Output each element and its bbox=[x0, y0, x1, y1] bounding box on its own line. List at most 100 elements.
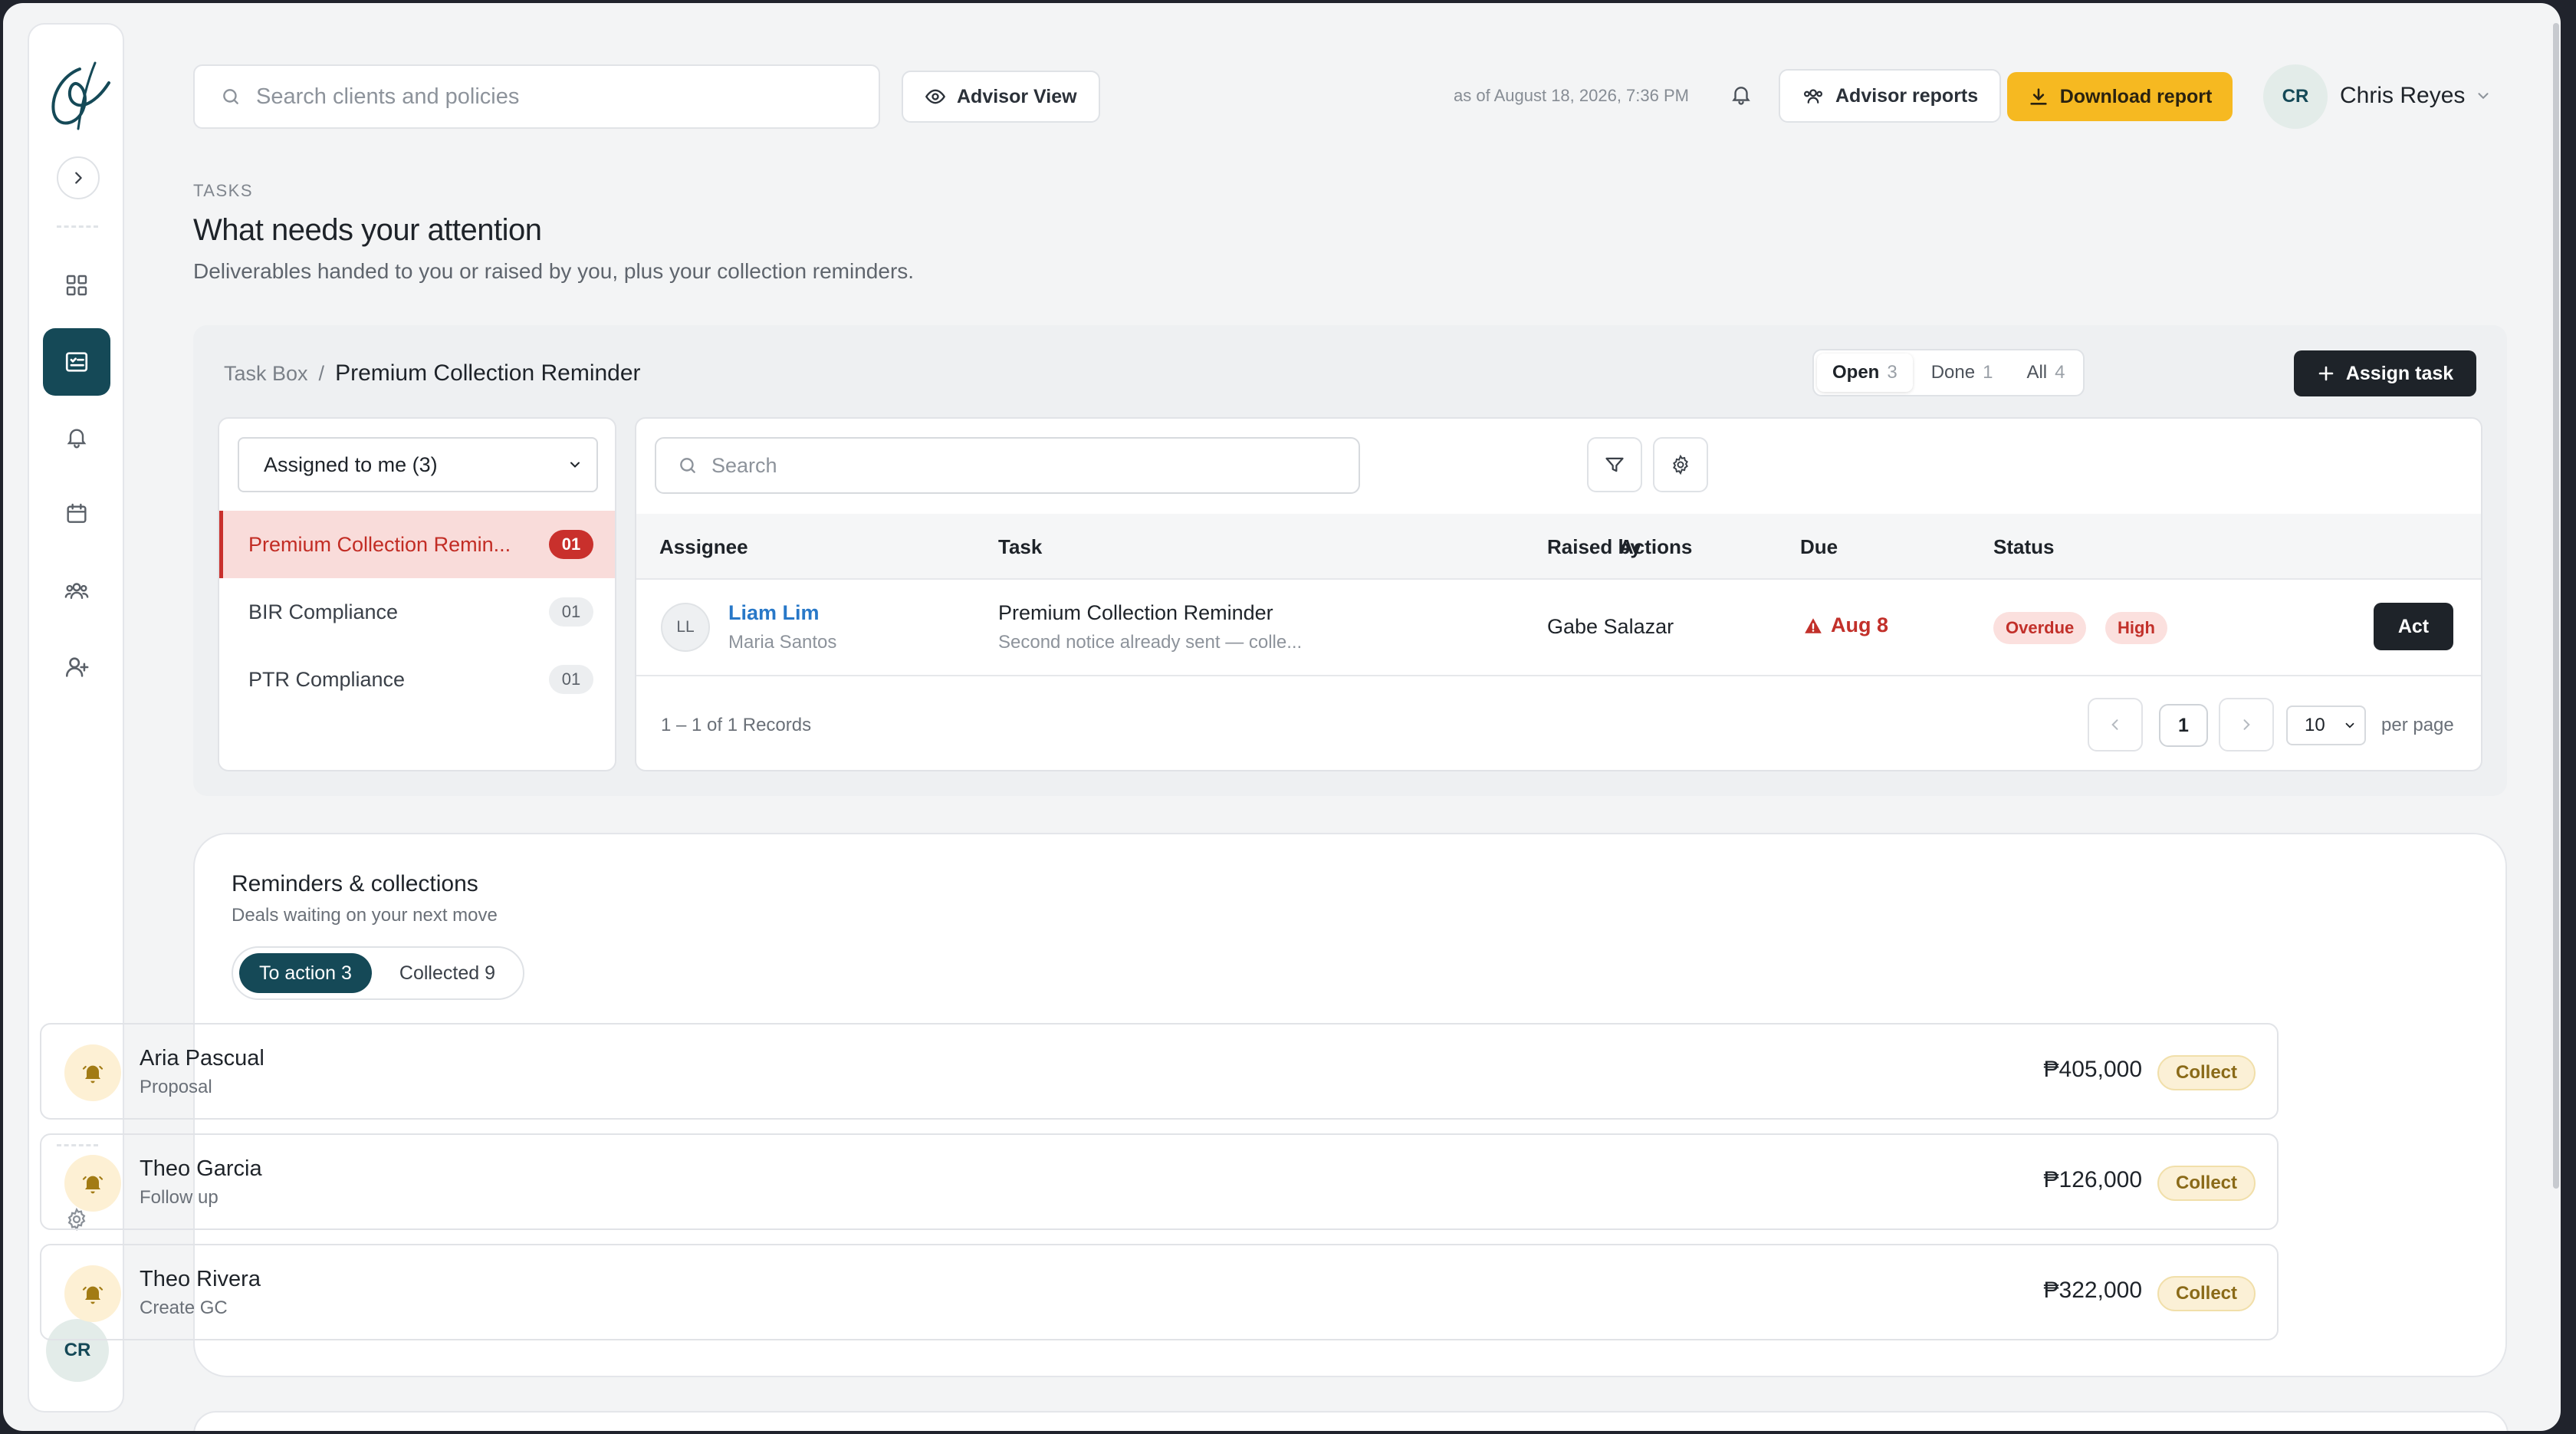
advisor-reports-button[interactable]: Advisor reports bbox=[1779, 69, 2002, 123]
as-of-timestamp: as of August 18, 2026, 7:36 PM bbox=[1454, 86, 1689, 105]
sidebar-item-team[interactable] bbox=[43, 557, 110, 624]
category-label: Premium Collection Remin... bbox=[248, 532, 511, 556]
column-actions: Actions bbox=[1619, 535, 1693, 558]
sidebar-item-calendar[interactable] bbox=[43, 480, 110, 548]
task-table-panel: Search Assignee Task Raised by Due Statu… bbox=[635, 417, 2482, 771]
column-assignee[interactable]: Assignee bbox=[659, 535, 748, 559]
sidebar-expand-button[interactable] bbox=[57, 156, 100, 199]
tab-done-count: 1 bbox=[1983, 362, 1993, 383]
sidebar-divider bbox=[57, 225, 98, 228]
team-icon bbox=[1803, 89, 1822, 104]
table-row[interactable]: LL Liam Lim Maria Santos Premium Collect… bbox=[636, 580, 2481, 676]
reminder-client-name: Theo Rivera bbox=[140, 1267, 261, 1291]
task-status-tabs: Open 3 Done 1 All 4 bbox=[1812, 349, 2085, 396]
reminder-bell-icon bbox=[64, 1044, 121, 1101]
breadcrumb-root[interactable]: Task Box bbox=[224, 362, 308, 386]
assign-task-button[interactable]: Assign task bbox=[2294, 350, 2476, 396]
user-name[interactable]: Chris Reyes bbox=[2340, 83, 2465, 109]
bell-icon bbox=[82, 1286, 104, 1304]
per-page-label: per page bbox=[2381, 715, 2454, 735]
add-user-icon bbox=[65, 657, 89, 677]
breadcrumb-separator: / bbox=[318, 362, 325, 385]
category-item-premium-collection[interactable]: Premium Collection Remin... 01 bbox=[219, 511, 615, 578]
search-icon bbox=[223, 89, 238, 104]
tab-open[interactable]: Open 3 bbox=[1817, 354, 1913, 392]
app-window: CR Search clients and policies Advisor V… bbox=[3, 3, 2561, 1431]
reminders-tabs: To action 3 Collected 9 bbox=[232, 946, 524, 1000]
column-status[interactable]: Status bbox=[1993, 535, 2054, 559]
advisor-reports-label: Advisor reports bbox=[1835, 84, 1979, 107]
reminder-row[interactable]: Theo Garcia Follow up ₱126,000 Collect bbox=[40, 1133, 2279, 1230]
plus-icon bbox=[2318, 366, 2334, 381]
act-button[interactable]: Act bbox=[2374, 603, 2453, 650]
tab-to-action[interactable]: To action 3 bbox=[239, 953, 372, 993]
page-subtitle: Deliverables handed to you or raised by … bbox=[193, 259, 915, 283]
task-category-panel: Assigned to me (3) Premium Collection Re… bbox=[218, 417, 616, 771]
filter-icon bbox=[1605, 457, 1624, 472]
page-number-button[interactable]: 1 bbox=[2159, 704, 2208, 747]
page-scrollbar[interactable] bbox=[2553, 23, 2559, 1189]
collect-button[interactable]: Collect bbox=[2157, 1055, 2256, 1090]
per-page-value: 10 bbox=[2305, 715, 2325, 735]
breadcrumb: Task Box / Premium Collection Reminder bbox=[224, 360, 641, 386]
global-search-input[interactable]: Search clients and policies bbox=[193, 64, 880, 129]
collect-button[interactable]: Collect bbox=[2157, 1276, 2256, 1311]
brand-logo[interactable] bbox=[40, 52, 115, 136]
assignee-avatar: LL bbox=[661, 603, 710, 652]
next-section-card bbox=[193, 1411, 2509, 1431]
reminder-bell-icon bbox=[64, 1155, 121, 1212]
sidebar-item-notifications[interactable] bbox=[43, 403, 110, 471]
section-eyebrow: TASKS bbox=[193, 181, 254, 200]
reminder-amount: ₱322,000 bbox=[2043, 1278, 2142, 1303]
column-due[interactable]: Due bbox=[1800, 535, 1838, 559]
chevron-down-icon bbox=[570, 462, 580, 468]
advisor-view-label: Advisor View bbox=[957, 85, 1077, 107]
task-search-placeholder: Search bbox=[711, 453, 777, 477]
due-date: Aug 8 bbox=[1803, 613, 1888, 637]
bell-icon bbox=[82, 1176, 104, 1194]
task-title: Premium Collection Reminder bbox=[998, 601, 1273, 624]
assignee-filter-select[interactable]: Assigned to me (3) bbox=[238, 437, 598, 492]
notifications-button[interactable] bbox=[1730, 83, 1753, 110]
sidebar-item-add-user[interactable] bbox=[43, 633, 110, 701]
category-count-badge: 01 bbox=[549, 665, 593, 694]
sidebar-item-tasks[interactable] bbox=[43, 328, 110, 396]
assignee-filter-value: Assigned to me (3) bbox=[264, 452, 438, 476]
filter-button[interactable] bbox=[1587, 437, 1642, 492]
bell-icon bbox=[82, 1065, 104, 1084]
client-name: Maria Santos bbox=[728, 632, 837, 653]
chevron-down-icon bbox=[2478, 93, 2489, 100]
sidebar-item-dashboard[interactable] bbox=[43, 252, 110, 319]
category-item-bir-compliance[interactable]: BIR Compliance 01 bbox=[219, 578, 615, 646]
global-search-placeholder: Search clients and policies bbox=[256, 84, 520, 109]
dashboard-icon bbox=[66, 275, 87, 296]
reminder-row[interactable]: Aria Pascual Proposal ₱405,000 Collect bbox=[40, 1023, 2279, 1120]
tab-open-count: 3 bbox=[1887, 362, 1898, 383]
search-icon bbox=[680, 458, 695, 473]
chevron-left-icon bbox=[2111, 719, 2118, 730]
tab-collected[interactable]: Collected 9 bbox=[380, 953, 515, 993]
download-report-label: Download report bbox=[2059, 85, 2213, 107]
reminders-title: Reminders & collections bbox=[232, 871, 478, 896]
reminder-row[interactable]: Theo Rivera Create GC ₱322,000 Collect bbox=[40, 1244, 2279, 1340]
column-task[interactable]: Task bbox=[998, 535, 1042, 559]
tab-all[interactable]: All 4 bbox=[2011, 354, 2080, 392]
next-page-button[interactable] bbox=[2219, 698, 2274, 752]
tab-done[interactable]: Done 1 bbox=[1916, 354, 2009, 392]
table-settings-button[interactable] bbox=[1653, 437, 1708, 492]
records-count: 1 – 1 of 1 Records bbox=[661, 715, 812, 735]
assignee-name-link[interactable]: Liam Lim bbox=[728, 601, 820, 625]
collect-button[interactable]: Collect bbox=[2157, 1166, 2256, 1201]
category-item-ptr-compliance[interactable]: PTR Compliance 01 bbox=[219, 646, 615, 713]
due-date-value: Aug 8 bbox=[1831, 613, 1889, 636]
user-menu-toggle[interactable] bbox=[2475, 87, 2492, 108]
download-report-button[interactable]: Download report bbox=[2007, 72, 2233, 121]
tab-open-label: Open bbox=[1832, 362, 1880, 383]
reminder-client-name: Theo Garcia bbox=[140, 1156, 262, 1181]
team-icon bbox=[64, 583, 89, 600]
per-page-select[interactable]: 10 bbox=[2286, 705, 2366, 745]
advisor-view-button[interactable]: Advisor View bbox=[902, 71, 1100, 123]
user-avatar[interactable]: CR bbox=[2263, 64, 2328, 129]
task-search-input[interactable]: Search bbox=[655, 437, 1360, 494]
prev-page-button[interactable] bbox=[2088, 698, 2143, 752]
